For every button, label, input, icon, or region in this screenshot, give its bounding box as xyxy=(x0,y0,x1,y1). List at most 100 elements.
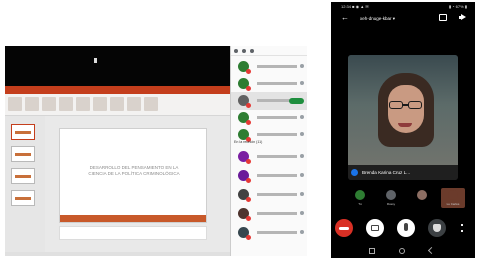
powerpoint-title-bar xyxy=(5,86,230,94)
hand-raise-icon xyxy=(433,224,441,232)
phone-status-bar: 12:34 ■ ◉ ▲ ✉ ▮ ◔ 67% ▮ xyxy=(331,2,475,12)
participant-row[interactable] xyxy=(231,109,307,127)
switch-camera-icon[interactable] xyxy=(439,14,447,21)
meet-top-bar: ← xeh-dnuge-kbar ▾ xyxy=(331,12,475,26)
participant-row[interactable] xyxy=(231,205,307,223)
meet-participants-panel: En la reunión (11) xyxy=(230,46,307,256)
info-icon[interactable] xyxy=(250,48,254,53)
participants-section-label: En la reunión (11) xyxy=(234,140,263,144)
participant-avatar xyxy=(386,190,396,200)
participant-avatar xyxy=(417,190,427,200)
slide-thumbnail[interactable] xyxy=(11,146,35,162)
android-nav-bar xyxy=(331,246,475,258)
mouse-cursor xyxy=(94,58,97,63)
participant-name-placeholder xyxy=(257,116,297,119)
ribbon-styles-icon[interactable] xyxy=(127,97,141,111)
recent-apps-icon[interactable] xyxy=(369,248,375,254)
end-call-icon xyxy=(339,227,349,230)
powerpoint-ribbon[interactable] xyxy=(5,94,230,116)
mic-status-icon xyxy=(300,132,304,136)
call-controls xyxy=(331,219,475,241)
raise-hand-button[interactable] xyxy=(428,219,446,237)
mic-status-icon xyxy=(300,211,304,215)
participant-thumbnail[interactable]: Lu Carlos xyxy=(441,188,465,208)
participant-name-placeholder xyxy=(257,133,297,136)
mic-status-icon xyxy=(300,154,304,158)
home-icon[interactable] xyxy=(399,248,405,254)
participant-avatar xyxy=(355,190,365,200)
participant-row[interactable] xyxy=(231,224,307,242)
participant-name-placeholder xyxy=(257,155,297,158)
slide-notes-pane[interactable] xyxy=(59,226,207,240)
participant-name-placeholder xyxy=(257,174,297,177)
participant-row[interactable] xyxy=(231,75,307,93)
muted-badge-icon xyxy=(246,216,251,221)
participant-name-placeholder xyxy=(257,212,297,215)
back-arrow-icon[interactable]: ← xyxy=(341,14,349,22)
current-slide[interactable]: DESARROLLO DEL PENSAMIENTO EN LA CIENCIA… xyxy=(59,128,207,223)
participant-row[interactable] xyxy=(231,58,307,76)
speaking-indicator-icon xyxy=(351,169,358,176)
main-video-tile[interactable]: Brenda Karina Cruz L... xyxy=(348,55,458,180)
participant-thumbnail-label: Tú xyxy=(358,202,362,206)
muted-badge-icon xyxy=(246,120,251,125)
camera-toggle-button[interactable] xyxy=(366,219,384,237)
participant-video xyxy=(348,55,458,165)
mic-status-icon xyxy=(300,115,304,119)
powerpoint-window: DESARROLLO DEL PENSAMIENTO EN LA CIENCIA… xyxy=(5,86,230,256)
meeting-code-dropdown[interactable]: xeh-dnuge-kbar ▾ xyxy=(360,16,395,22)
participant-row[interactable] xyxy=(231,148,307,166)
speaker-name: Brenda Karina Cruz L... xyxy=(362,170,411,175)
ribbon-editing-icon[interactable] xyxy=(144,97,158,111)
participant-row[interactable] xyxy=(231,92,307,110)
ribbon-paste-icon[interactable] xyxy=(8,97,22,111)
slide-accent-bar xyxy=(60,215,206,222)
people-icon[interactable] xyxy=(234,48,238,53)
ribbon-new-slide-icon[interactable] xyxy=(25,97,39,111)
speaker-icon[interactable] xyxy=(459,14,467,21)
ribbon-drawing-icon[interactable] xyxy=(76,97,90,111)
ribbon-paragraph-icon[interactable] xyxy=(59,97,73,111)
participant-row[interactable] xyxy=(231,186,307,204)
participant-strip: Tú Rossy Lu Carlos xyxy=(348,188,466,208)
ribbon-arrange-icon[interactable] xyxy=(110,97,124,111)
participant-thumbnail[interactable]: Rossy xyxy=(379,188,403,208)
muted-badge-icon xyxy=(246,69,251,74)
muted-badge-icon xyxy=(246,178,251,183)
ribbon-font-icon[interactable] xyxy=(42,97,56,111)
slide-thumbnail[interactable] xyxy=(11,190,35,206)
more-options-button[interactable] xyxy=(455,219,469,237)
video-name-bar: Brenda Karina Cruz L... xyxy=(348,165,458,180)
pinned-badge xyxy=(289,98,304,104)
end-call-button[interactable] xyxy=(335,219,353,237)
mic-toggle-button[interactable] xyxy=(397,219,415,237)
powerpoint-body: DESARROLLO DEL PENSAMIENTO EN LA CIENCIA… xyxy=(5,116,230,256)
slide-editor[interactable]: DESARROLLO DEL PENSAMIENTO EN LA CIENCIA… xyxy=(45,116,230,256)
status-bar-left: 12:34 ■ ◉ ▲ ✉ xyxy=(341,4,369,9)
ribbon-shapes-icon[interactable] xyxy=(93,97,107,111)
participant-thumbnail[interactable] xyxy=(410,188,434,208)
participant-thumbnail[interactable]: Tú xyxy=(348,188,372,208)
camera-icon xyxy=(371,225,379,231)
slide-thumbnail[interactable] xyxy=(11,168,35,184)
participant-thumbnail-label: Lu Carlos xyxy=(446,202,460,206)
participant-name-placeholder xyxy=(257,65,297,68)
slide-thumbnail[interactable] xyxy=(11,124,35,140)
mic-status-icon xyxy=(300,230,304,234)
slide-thumbnail-panel[interactable] xyxy=(5,116,45,256)
mic-status-icon xyxy=(300,192,304,196)
presenter-blank-area xyxy=(5,46,230,86)
muted-badge-icon xyxy=(246,197,251,202)
muted-badge-icon xyxy=(246,103,251,108)
nav-back-icon[interactable] xyxy=(427,246,436,255)
slide-title-line: CIENCIA DE LA POLÍTICA CRIMINOLÓGICA xyxy=(88,171,180,176)
muted-badge-icon xyxy=(246,159,251,164)
participant-row[interactable] xyxy=(231,167,307,185)
participants-panel-header xyxy=(231,46,307,56)
phone-screenshot: 12:34 ■ ◉ ▲ ✉ ▮ ◔ 67% ▮ ← xeh-dnuge-kbar… xyxy=(331,2,475,258)
chat-icon[interactable] xyxy=(242,48,246,53)
muted-badge-icon xyxy=(246,235,251,240)
muted-badge-icon xyxy=(246,86,251,91)
slide-title: DESARROLLO DEL PENSAMIENTO EN LA CIENCIA… xyxy=(78,165,190,177)
participant-name-placeholder xyxy=(257,231,297,234)
